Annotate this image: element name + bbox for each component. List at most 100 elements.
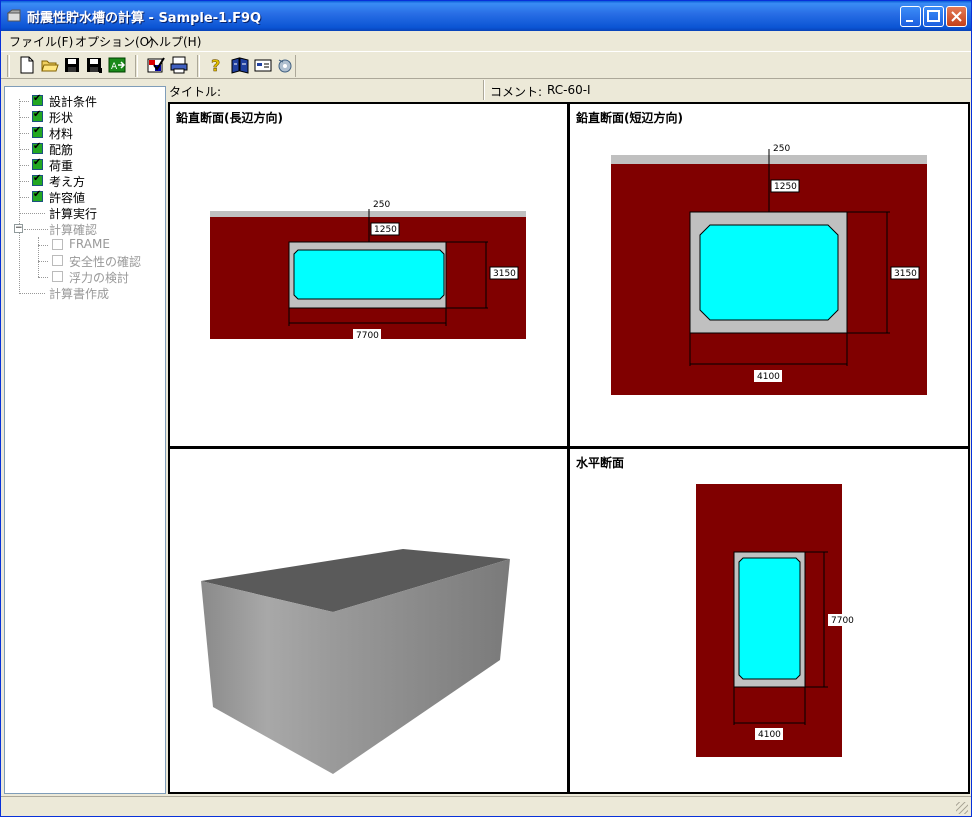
manual-book-icon[interactable] — [231, 56, 249, 74]
minimize-icon — [906, 20, 913, 22]
dim-cover-depth: 1250 — [774, 182, 797, 192]
panel-vertical-section-short[interactable]: 鉛直断面(短辺方向) 250 1250 3150 4100 — [570, 104, 968, 446]
dim-length: 7700 — [831, 616, 854, 626]
dim-width: 7700 — [356, 331, 379, 341]
dim-top-thickness: 250 — [373, 200, 390, 210]
tree-connector — [19, 149, 29, 150]
tree-item-label: 形状 — [49, 111, 74, 125]
tree-item-shape[interactable]: 形状 — [19, 109, 159, 125]
tree-connector — [19, 133, 29, 134]
support-card-icon[interactable] — [254, 56, 272, 74]
completed-check-icon — [32, 189, 43, 202]
minimize-button[interactable] — [900, 6, 921, 27]
water-area — [738, 557, 801, 680]
tree-item-label: 浮力の検討 — [69, 271, 130, 285]
tree-item-label: 材料 — [49, 127, 74, 141]
maximize-button[interactable] — [923, 6, 944, 27]
long-section-drawing: 250 1250 3150 7700 — [210, 198, 526, 341]
print-icon[interactable] — [170, 56, 188, 74]
menu-options[interactable]: オプション(O) — [75, 33, 154, 50]
tree-item-label: 計算書作成 — [49, 287, 110, 301]
toolbar: A ? — [1, 51, 971, 79]
new-file-icon[interactable] — [18, 56, 36, 74]
dim-cover-depth: 1250 — [374, 225, 397, 235]
tree-item-frame[interactable]: FRAME — [38, 237, 158, 253]
water-area — [699, 224, 839, 321]
menu-file[interactable]: ファイル(F) — [9, 33, 73, 50]
tree-item-label: 配筋 — [49, 143, 74, 157]
close-icon — [951, 11, 962, 22]
save-as-icon[interactable] — [85, 56, 103, 74]
close-button[interactable] — [946, 6, 967, 27]
tree-item-safety-check[interactable]: 安全性の確認 — [38, 253, 158, 269]
comment-value: RC-60-I — [547, 83, 591, 97]
export-icon[interactable]: A — [108, 56, 126, 74]
collapse-icon[interactable]: − — [14, 224, 23, 233]
svg-text:?: ? — [211, 56, 220, 74]
menu-bar: ファイル(F) オプション(O) ヘルプ(H) — [1, 31, 971, 50]
tree-item-run-calculation[interactable]: 計算実行 — [19, 205, 159, 221]
tree-item-label: 安全性の確認 — [69, 255, 142, 269]
toolbar-grip — [7, 55, 10, 77]
app-icon — [7, 9, 21, 22]
dim-width: 4100 — [758, 730, 781, 740]
version-info-icon[interactable] — [276, 56, 294, 74]
title-bar[interactable]: 耐震性貯水槽の計算 - Sample-1.F9Q — [1, 1, 971, 31]
short-section-drawing: 250 1250 3150 4100 — [611, 142, 927, 395]
plan-section-drawing: 7700 4100 — [696, 484, 856, 757]
tree-item-label: 考え方 — [49, 175, 86, 189]
navigation-tree: 設計条件 形状 材料 配筋 荷重 考え方 — [4, 86, 166, 794]
tree-item-report[interactable]: 計算書作成 — [19, 285, 159, 301]
maximize-icon — [927, 10, 940, 22]
panel-3d-view[interactable] — [170, 449, 567, 792]
app-window: 耐震性貯水槽の計算 - Sample-1.F9Q ファイル(F) オプション(O… — [0, 0, 972, 817]
menu-help[interactable]: ヘルプ(H) — [147, 33, 201, 50]
tank-3d-model — [201, 549, 510, 774]
tree-item-label: 計算確認 — [49, 223, 98, 237]
tree-item-approach[interactable]: 考え方 — [19, 173, 159, 189]
tree-item-design-conditions[interactable]: 設計条件 — [19, 93, 159, 109]
tree-item-loads[interactable]: 荷重 — [19, 157, 159, 173]
tree-item-buoyancy-check[interactable]: 浮力の検討 — [38, 269, 158, 285]
tree-item-check-calculation[interactable]: − 計算確認 — [13, 221, 159, 237]
tree-connector — [19, 293, 45, 294]
tree-item-reinforcement[interactable]: 配筋 — [19, 141, 159, 157]
tree-connector — [24, 229, 48, 230]
drawing-area: 鉛直断面(長辺方向) 250 1250 3150 7700 鉛直断面(短辺方向)… — [168, 102, 970, 794]
toolbar-separator — [135, 55, 138, 77]
checkbox-icon — [52, 271, 63, 282]
dim-height: 3150 — [894, 269, 917, 279]
dim-width: 4100 — [757, 372, 780, 382]
tree-connector — [19, 117, 29, 118]
panel-horizontal-section[interactable]: 水平断面 7700 4100 — [570, 449, 968, 792]
completed-check-icon — [32, 173, 43, 186]
title-label: タイトル: — [169, 85, 222, 99]
save-icon[interactable] — [63, 56, 81, 74]
checkbox-icon — [52, 239, 63, 250]
completed-check-icon — [32, 141, 43, 154]
tree-connector — [19, 197, 29, 198]
tree-connector — [19, 213, 45, 214]
window-title: 耐震性貯水槽の計算 - Sample-1.F9Q — [27, 11, 262, 26]
tank-front-face — [201, 581, 333, 774]
help-icon[interactable]: ? — [207, 56, 225, 74]
toolbar-separator — [197, 55, 200, 77]
tree-connector — [38, 245, 48, 246]
dim-top-thickness: 250 — [773, 144, 790, 154]
panel-vertical-section-long[interactable]: 鉛直断面(長辺方向) 250 1250 3150 7700 — [170, 104, 567, 446]
tree-item-materials[interactable]: 材料 — [19, 125, 159, 141]
tree-item-label: 許容値 — [49, 191, 86, 205]
tree-item-label: FRAME — [69, 237, 110, 251]
info-divider — [483, 80, 485, 100]
status-bar — [1, 796, 971, 816]
open-folder-icon[interactable] — [41, 56, 59, 74]
tree-item-label: 計算実行 — [49, 207, 98, 221]
tree-item-allowable-values[interactable]: 許容値 — [19, 189, 159, 205]
tree-item-label: 設計条件 — [49, 95, 98, 109]
ground-surface — [210, 211, 526, 217]
resize-grip-icon[interactable] — [956, 802, 968, 814]
completed-check-icon — [32, 109, 43, 122]
tree-connector — [38, 261, 48, 262]
check-input-icon[interactable] — [147, 56, 165, 74]
comment-label: コメント: — [490, 85, 543, 99]
